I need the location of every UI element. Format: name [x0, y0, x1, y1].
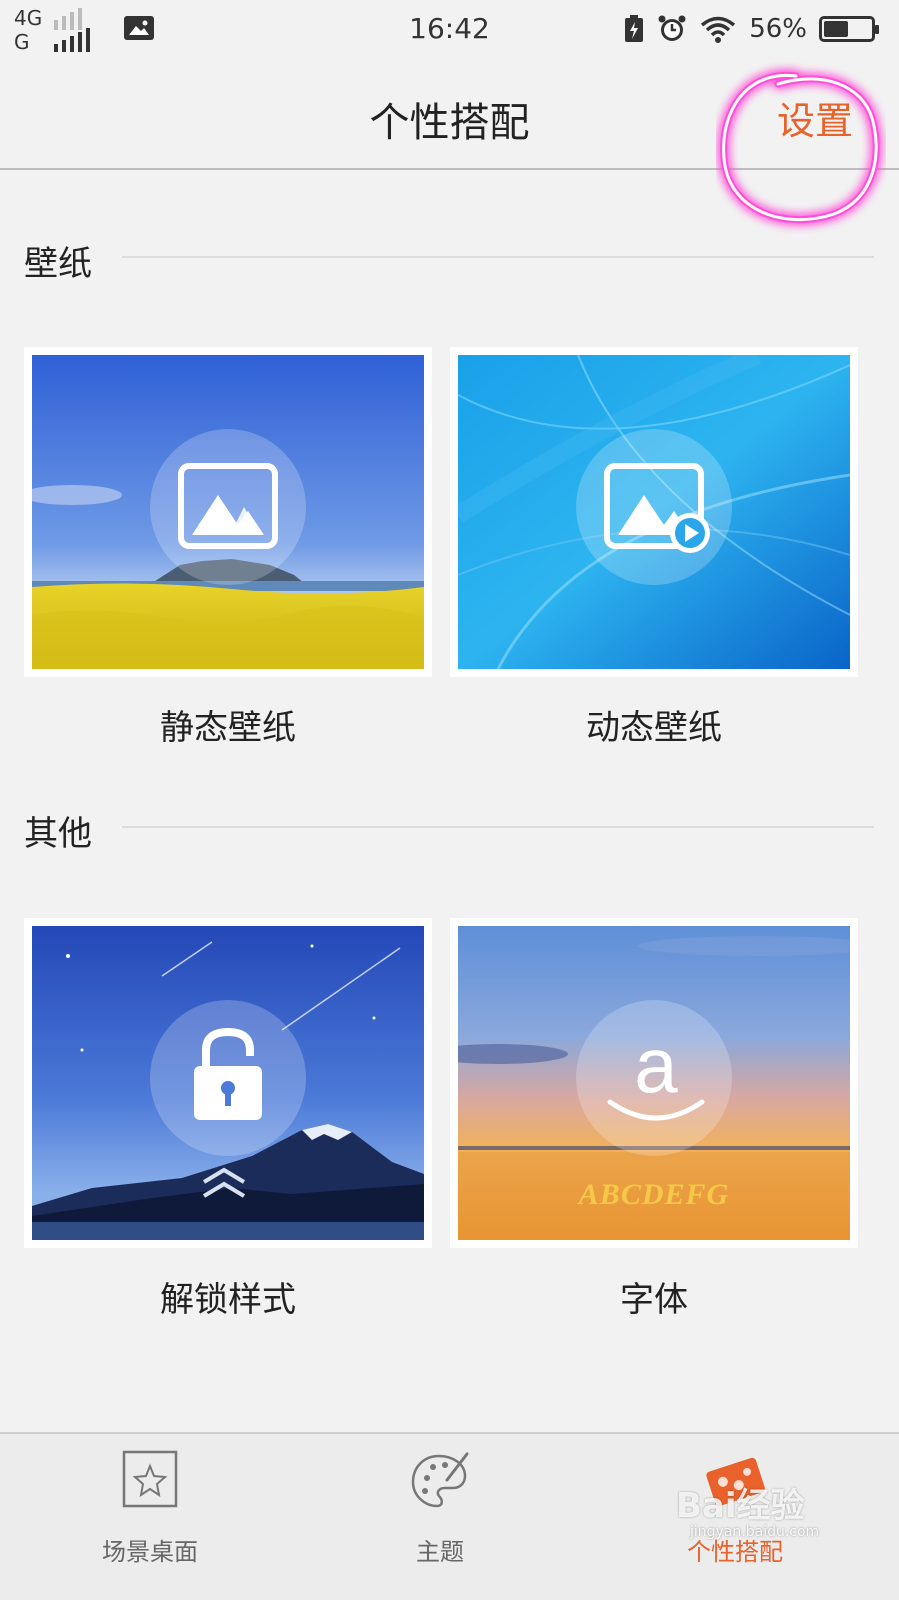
font-label: 字体: [620, 1280, 688, 1320]
unlock-style-thumbnail: [32, 926, 424, 1240]
watermark-logo: Bai经验: [676, 1486, 805, 1526]
unlock-style-card[interactable]: [24, 918, 432, 1248]
star-frame-icon: [122, 1450, 178, 1508]
status-bar: 4G G 16:42 56%: [0, 0, 899, 58]
status-right-group: 56%: [623, 12, 879, 46]
nav-label-scene-desktop: 场景桌面: [102, 1538, 198, 1566]
static-wallpaper-card[interactable]: [24, 347, 432, 677]
dynamic-wallpaper-thumbnail: [458, 355, 850, 669]
static-wallpaper-thumbnail: [32, 355, 424, 669]
section-label-wallpaper: 壁纸: [24, 244, 92, 284]
section-label-other: 其他: [24, 814, 92, 854]
settings-button[interactable]: 设置: [777, 90, 853, 145]
font-icon: a: [607, 1030, 705, 1121]
dynamic-wallpaper-label: 动态壁纸: [586, 708, 722, 748]
font-thumbnail: a ABCDEFG: [458, 926, 850, 1240]
dynamic-wallpaper-card[interactable]: [450, 347, 858, 677]
nav-label-theme: 主题: [416, 1538, 464, 1566]
unlock-style-label: 解锁样式: [160, 1280, 296, 1320]
static-wallpaper-label: 静态壁纸: [160, 708, 296, 748]
font-sample-text: ABCDEFG: [578, 1178, 730, 1211]
image-icon: [178, 463, 278, 549]
section-header-other: 其他: [24, 806, 874, 854]
section-divider: [122, 826, 874, 828]
font-card[interactable]: a ABCDEFG: [450, 918, 858, 1248]
battery-fill: [824, 21, 848, 37]
nav-item-theme[interactable]: 主题: [290, 1434, 590, 1600]
lock-icon: [194, 1027, 262, 1120]
svg-text:a: a: [634, 1030, 678, 1109]
charging-icon: [625, 15, 644, 42]
screen: 4G G 16:42 56% 个性搭配 设置 壁纸 静态壁纸 动态壁纸 其他 解…: [0, 0, 899, 1600]
wifi-icon: [701, 16, 736, 43]
section-header-wallpaper: 壁纸: [24, 236, 874, 284]
battery-icon: [819, 16, 879, 42]
nav-item-scene-desktop[interactable]: 场景桌面: [0, 1434, 300, 1600]
alarm-icon: [658, 15, 686, 41]
section-divider: [122, 256, 874, 258]
watermark-url: jingyan.baidu.com: [690, 1524, 820, 1540]
page-title: 个性搭配: [369, 100, 530, 146]
title-bar: 个性搭配 设置: [0, 58, 899, 170]
battery-percent: 56%: [749, 14, 807, 44]
palette-icon: [411, 1452, 469, 1508]
video-image-icon: [604, 463, 710, 553]
